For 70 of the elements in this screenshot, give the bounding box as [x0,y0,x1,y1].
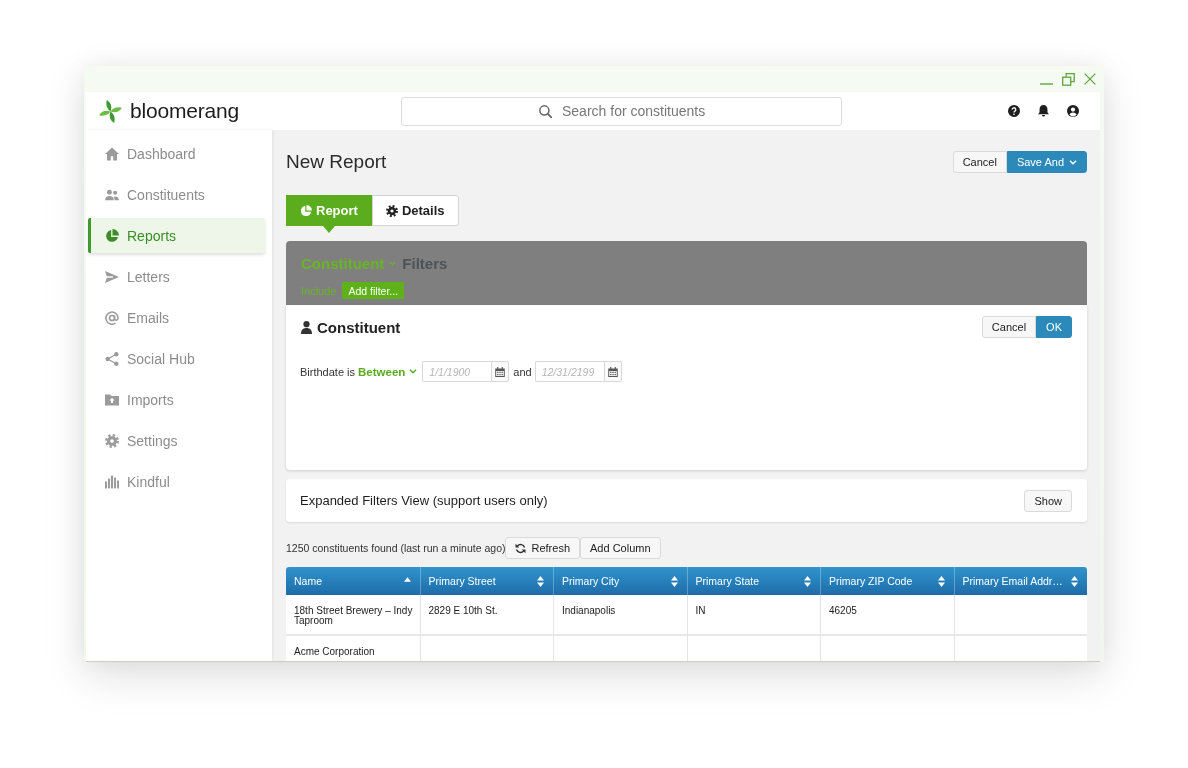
include-label: Include [301,284,337,297]
calendar-icon [607,366,618,377]
cancel-button[interactable]: Cancel [981,316,1037,338]
home-icon [104,146,119,161]
calendar-button[interactable] [491,361,510,382]
section-title: Expanded Filters View (support users only) [300,493,548,508]
settings-icon [104,433,119,448]
table-cell: Indianapolis [553,595,687,636]
column-header[interactable]: Primary City [553,567,687,595]
pie-chart-icon [300,204,312,217]
column-header[interactable]: Primary ZIP Code [820,567,954,595]
sidebar-item[interactable]: Reports [88,218,265,253]
operator-dropdown[interactable]: Between [358,365,418,378]
pie-chart-icon [104,228,119,243]
sidebar-item[interactable]: Social Hub [88,341,265,376]
user-icon[interactable] [1067,105,1079,117]
chevron-down-icon [409,369,418,374]
refresh-button[interactable]: Refresh [505,537,580,559]
sidebar-item[interactable]: Imports [88,382,265,417]
paper-plane-icon [104,269,119,284]
leaf-logo-icon [98,98,123,124]
column-header[interactable]: Primary Street [419,567,553,595]
table-cell: 46205 [820,595,954,636]
calendar-icon [495,366,506,377]
column-header[interactable]: Primary Email Addr… [953,567,1087,595]
show-button[interactable]: Show [1024,489,1072,512]
table-cell: IN [686,595,820,636]
people-icon [104,187,119,202]
share-icon [104,351,119,366]
search-icon [539,104,552,118]
sidebar-item[interactable]: Constituents [88,177,265,212]
logo-text: bloomerang [130,99,239,123]
tab-pointer-icon [322,226,335,233]
sidebar-item[interactable]: Dashboard [88,136,265,171]
date-field[interactable]: 1/1/1900 [422,361,492,382]
chevron-down-icon [1069,159,1077,165]
editor-title: Constituent [317,318,401,336]
restore-icon[interactable] [1062,72,1075,86]
sidebar-item[interactable]: Emails [88,300,265,335]
date-field[interactable]: 12/31/2199 [534,361,604,382]
bar-chart-icon [104,474,119,489]
page-title: New Report [286,151,387,173]
table-cell: 2829 E 10th St. [419,595,553,636]
sidebar-item[interactable]: Kindful [88,464,265,499]
close-icon[interactable] [1084,73,1096,85]
joiner-label: and [513,365,532,378]
sidebar-item[interactable]: Letters [88,259,265,294]
sidebar-item[interactable]: Settings [88,423,265,458]
table-cell: Acme Corporation [286,636,420,661]
refresh-icon [515,542,527,554]
chevron-down-icon [389,260,397,266]
folder-upload-icon [104,392,119,407]
add-column-button[interactable]: Add Column [580,537,661,559]
column-header[interactable]: Primary State [686,567,820,595]
search-field[interactable]: Search for constituents [401,96,842,126]
ok-button[interactable]: OK [1036,316,1072,338]
field-label: Birthdate is [300,365,356,378]
tab[interactable]: Details [371,195,459,226]
at-sign-icon [104,310,119,325]
save-and-button[interactable]: Save And [1006,151,1087,173]
table-cell: 18th Street Brewery – Indy Taproom [286,595,420,636]
user-icon [301,320,312,334]
help-icon[interactable] [1008,105,1020,117]
add-filter-button[interactable]: Add filter... [342,282,405,299]
settings-icon [385,204,398,217]
cancel-button[interactable]: Cancel [952,151,1007,173]
bell-icon[interactable] [1038,105,1049,117]
tab[interactable]: Report [286,195,372,226]
column-header[interactable]: Name [286,567,420,595]
results-summary: 1250 constituents found (last run a minute ago) [286,542,506,554]
